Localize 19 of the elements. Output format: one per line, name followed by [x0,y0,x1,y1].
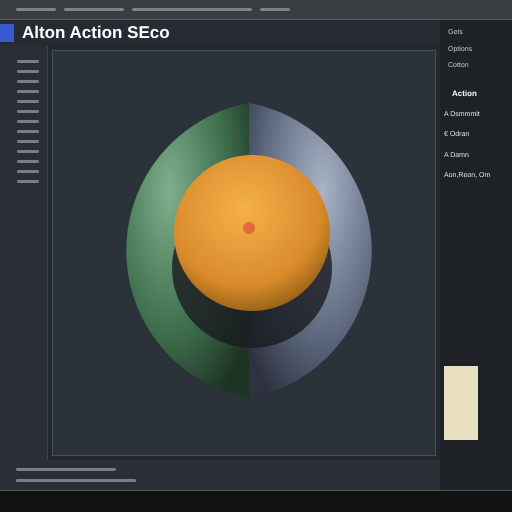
blurred-text-line [260,8,290,11]
blurred-text-line [17,90,39,93]
property-item: Action [451,88,478,100]
blurred-text-line [17,140,39,143]
blurred-text-line [17,160,39,163]
blurred-text-line [17,110,39,113]
app-logo-icon [0,24,14,42]
blurred-text-line [17,100,39,103]
blurred-text-line [64,8,124,11]
blurred-text-line [17,70,39,73]
blurred-text-line [17,130,39,133]
blurred-text-line [17,170,39,173]
blurred-text-line [17,120,39,123]
blurred-text-line [17,80,39,83]
window-title: Alton Action SEco [22,22,170,44]
blurred-text-line [16,8,56,11]
blurred-text-line [17,180,39,183]
blurred-text-line [17,150,39,153]
blurred-text-line [17,60,39,63]
